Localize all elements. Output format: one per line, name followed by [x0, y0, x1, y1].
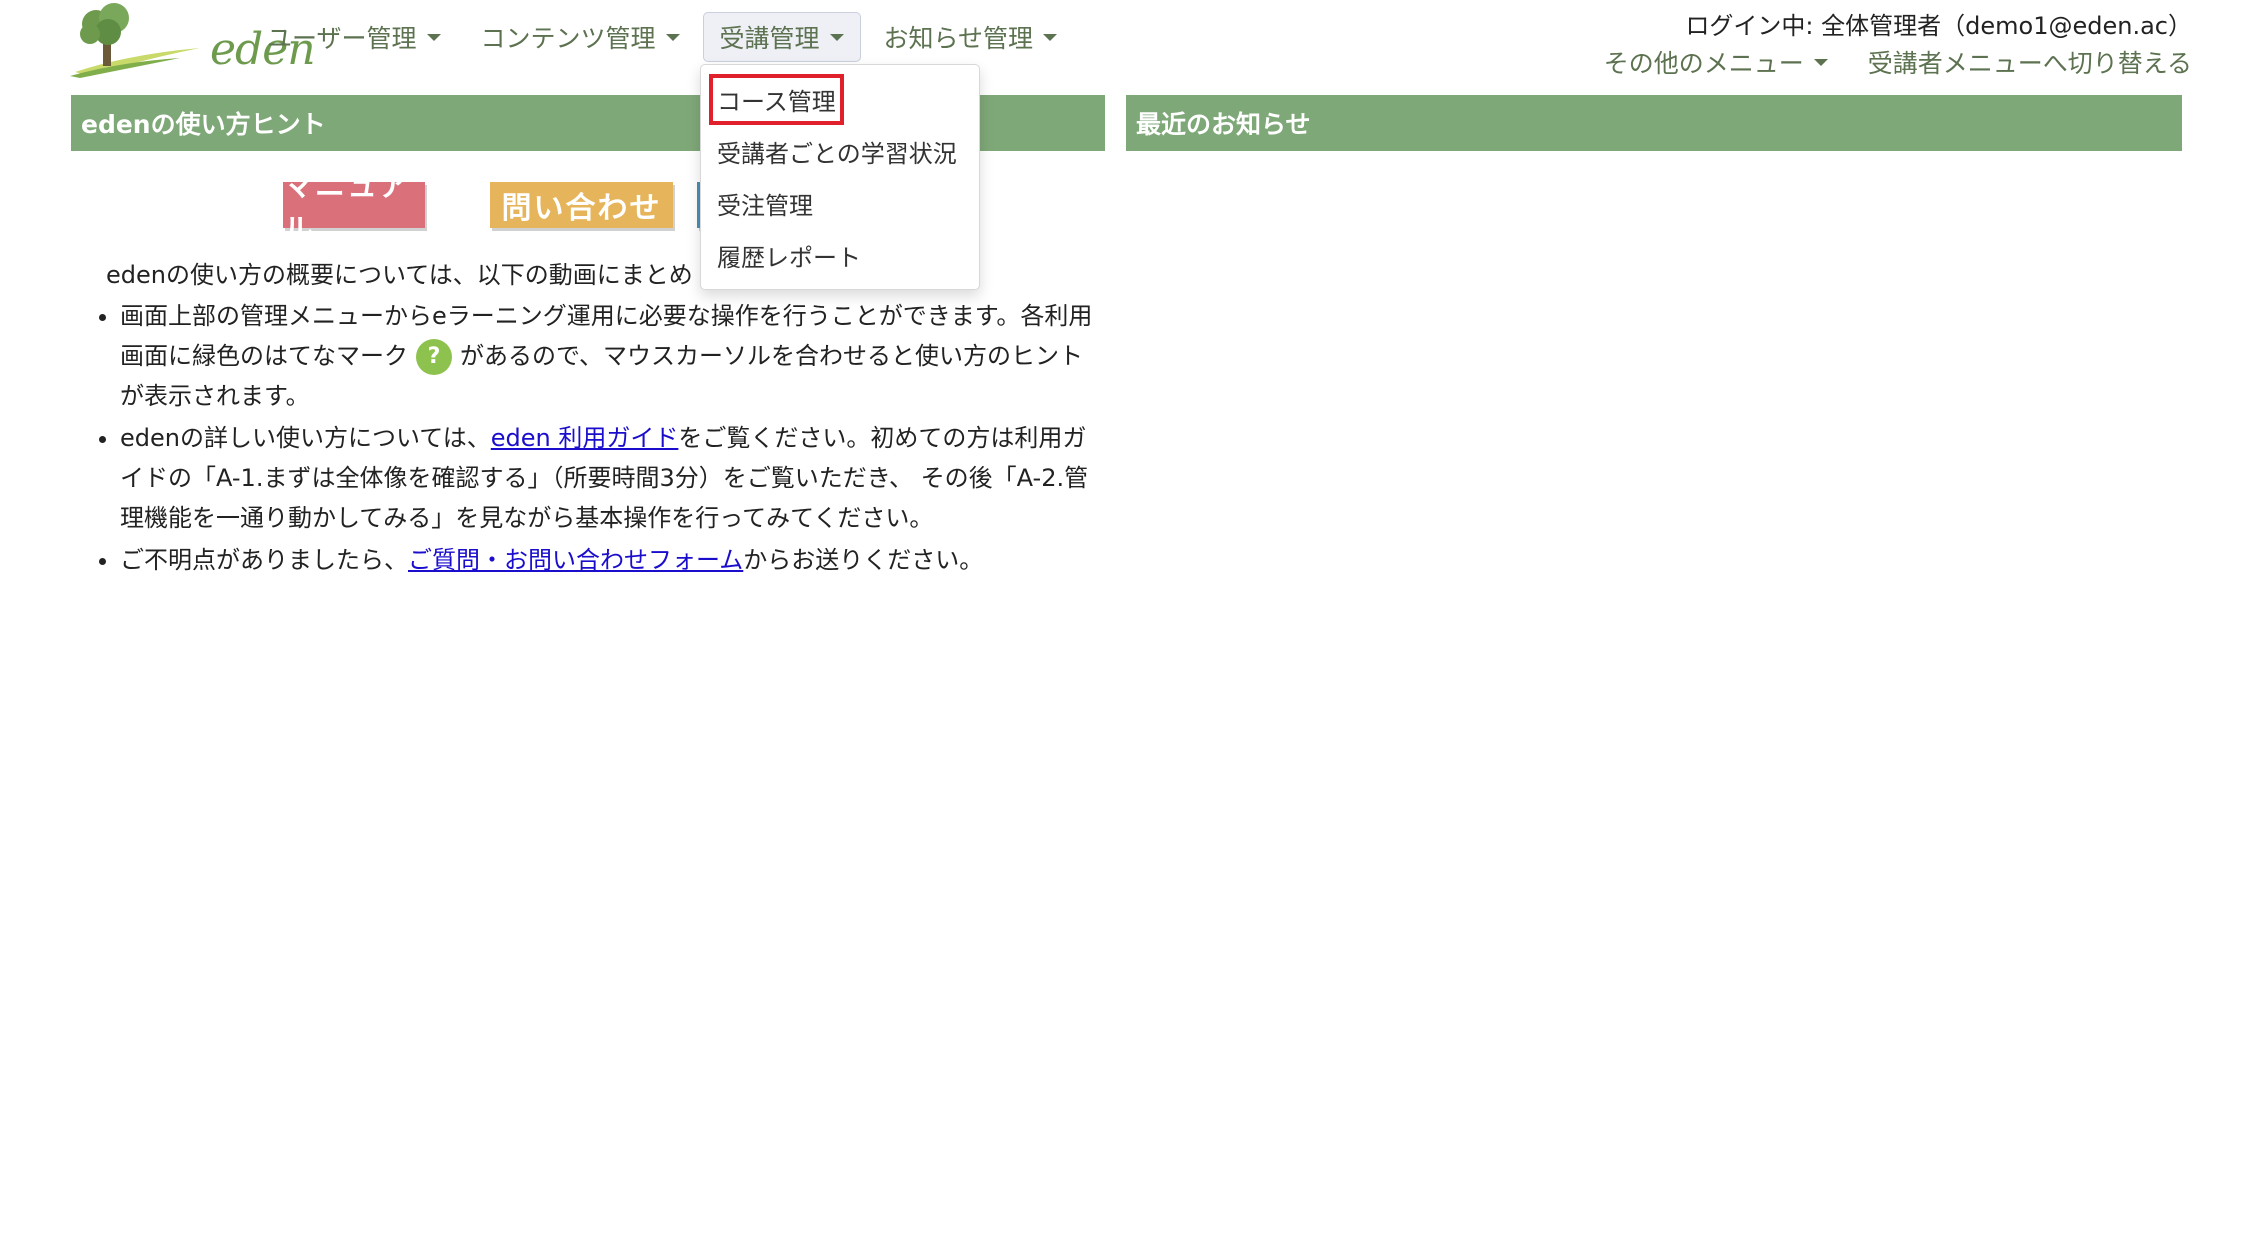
nav-content-management[interactable]: コンテンツ管理 — [464, 12, 697, 62]
nav-user-management[interactable]: ユーザー管理 — [250, 12, 458, 62]
inquiry-button[interactable]: 問い合わせ — [490, 182, 673, 228]
list-item: 画面上部の管理メニューからeラーニング運用に必要な操作を行うことができます。各利… — [120, 296, 1106, 416]
menu-item-label: 受注管理 — [717, 191, 813, 220]
app-root: eden ユーザー管理 コンテンツ管理 受講管理 お知らせ管理 ログイン中: 全… — [0, 0, 2242, 1239]
nav-course-attendance-management[interactable]: 受講管理 — [702, 12, 861, 62]
nav-label: ユーザー管理 — [267, 24, 417, 53]
help-question-icon: ? — [416, 339, 452, 376]
menu-item-label: 履歴レポート — [717, 243, 861, 272]
nav-label: お知らせ管理 — [883, 24, 1034, 53]
utility-nav: その他のメニュー 受講者メニューへ切り替える — [1564, 44, 2192, 80]
hint-list: 画面上部の管理メニューからeラーニング運用に必要な操作を行うことができます。各利… — [106, 296, 1106, 580]
nav-label: コンテンツ管理 — [480, 24, 656, 53]
menu-item-history-report[interactable]: 履歴レポート — [701, 229, 979, 281]
other-menu-label: その他のメニュー — [1603, 49, 1804, 78]
bullet-text: edenの詳しい使い方については、 — [120, 424, 491, 453]
inquiry-form-link[interactable]: ご質問・お問い合わせフォーム — [408, 546, 743, 574]
nav-notice-management[interactable]: お知らせ管理 — [867, 12, 1075, 62]
nav-label: 受講管理 — [719, 24, 820, 53]
switch-menu-label: 受講者メニューへ切り替える — [1867, 49, 2192, 78]
menu-item-label: 受講者ごとの学習状況 — [717, 139, 957, 168]
menu-item-course-management[interactable]: コース管理 — [701, 73, 979, 125]
menu-item-learner-progress[interactable]: 受講者ごとの学習状況 — [701, 125, 979, 177]
menu-item-label: コース管理 — [709, 73, 844, 125]
eden-guide-link[interactable]: eden 利用ガイド — [491, 424, 679, 452]
course-management-dropdown: コース管理 受講者ごとの学習状況 受注管理 履歴レポート — [700, 64, 980, 290]
main-nav: ユーザー管理 コンテンツ管理 受講管理 お知らせ管理 — [250, 12, 1080, 64]
caret-down-icon — [1043, 33, 1058, 41]
bullet-text: からお送りください。 — [743, 546, 984, 575]
other-menu-dropdown[interactable]: その他のメニュー — [1604, 44, 1828, 80]
caret-down-icon — [829, 33, 844, 41]
caret-down-icon — [1813, 58, 1828, 66]
caret-down-icon — [426, 33, 441, 41]
login-info: ログイン中: 全体管理者（demo1@eden.ac） — [1685, 12, 2192, 40]
switch-to-learner-menu-link[interactable]: 受講者メニューへ切り替える — [1868, 44, 2192, 80]
caret-down-icon — [665, 33, 680, 41]
menu-item-order-management[interactable]: 受注管理 — [701, 177, 979, 229]
eden-logo[interactable]: eden — [70, 2, 316, 78]
news-panel-title: 最近のお知らせ — [1126, 95, 2182, 151]
hint-body: edenの使い方の概要については、以下の動画にまとめ 画面上部の管理メニューから… — [106, 256, 1106, 582]
list-item: edenの詳しい使い方については、eden 利用ガイドをご覧ください。初めての方… — [120, 418, 1106, 538]
list-item: ご不明点がありましたら、ご質問・お問い合わせフォームからお送りください。 — [120, 540, 1106, 580]
bullet-text: ご不明点がありましたら、 — [120, 546, 408, 575]
manual-button[interactable]: マニュアル — [283, 169, 425, 248]
